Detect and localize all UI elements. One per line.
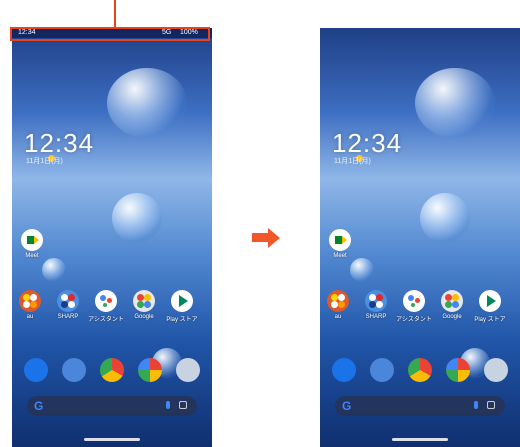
camera-icon[interactable] (484, 358, 508, 382)
app-folder-sharp[interactable]: SHARP (358, 290, 394, 320)
callout-line (114, 0, 116, 29)
sharp-folder-icon (365, 290, 387, 312)
app-assistant[interactable]: アシスタント (88, 290, 124, 323)
assistant-icon (95, 290, 117, 312)
app-assistant[interactable]: アシスタント (396, 290, 432, 323)
phone-screen-after: 12:34 11月1日(月) Meet au SHARP アシスタント Goog… (320, 28, 520, 447)
google-logo: G (342, 399, 352, 413)
water-bubble (350, 258, 374, 282)
app-folder-google[interactable]: Google (126, 290, 162, 320)
play-store-icon (171, 290, 193, 312)
meet-icon (21, 229, 43, 251)
gesture-nav-bar[interactable] (392, 438, 448, 441)
lens-icon[interactable] (487, 401, 495, 409)
app-play-store[interactable]: Play ストア (164, 290, 200, 323)
app-label: Meet (333, 253, 347, 259)
app-label: SHARP (365, 314, 387, 320)
app-label: au (26, 314, 34, 320)
app-meet[interactable]: Meet (14, 229, 50, 259)
app-label: Play ストア (166, 317, 198, 323)
play-store-icon (479, 290, 501, 312)
water-bubble (415, 68, 495, 138)
status-bar-highlight (10, 27, 210, 41)
app-folder-au[interactable]: au (12, 290, 48, 320)
app-folder-au[interactable]: au (320, 290, 356, 320)
app-play-store[interactable]: Play ストア (472, 290, 508, 323)
app-label: アシスタント (88, 317, 124, 323)
water-bubble (42, 258, 66, 282)
chrome-icon[interactable] (100, 358, 124, 382)
messages-icon[interactable] (370, 358, 394, 382)
lens-icon[interactable] (179, 401, 187, 409)
app-folder-google[interactable]: Google (434, 290, 470, 320)
app-label: Meet (25, 253, 39, 259)
lock-date: 11月1日(月) (26, 158, 63, 165)
app-label: Play ストア (474, 317, 506, 323)
sharp-folder-icon (57, 290, 79, 312)
water-bubble (112, 193, 162, 243)
photos-icon[interactable] (138, 358, 162, 382)
app-label: au (334, 314, 342, 320)
water-bubble (107, 68, 187, 138)
app-label: SHARP (57, 314, 79, 320)
au-folder-icon (327, 290, 349, 312)
mic-icon[interactable] (474, 401, 478, 409)
google-search-bar[interactable]: G (27, 396, 197, 416)
lock-clock: 12:34 (24, 128, 95, 158)
app-label: アシスタント (396, 317, 432, 323)
mic-icon[interactable] (166, 401, 170, 409)
app-label: Google (442, 314, 462, 320)
phone-screen-before: 12:34 5G 100% 12:34 11月1日(月) Meet au SHA… (12, 28, 212, 447)
chrome-icon[interactable] (408, 358, 432, 382)
google-folder-icon (133, 290, 155, 312)
app-label: Google (134, 314, 154, 320)
photos-icon[interactable] (446, 358, 470, 382)
assistant-icon (403, 290, 425, 312)
water-bubble (420, 193, 470, 243)
phone-icon[interactable] (24, 358, 48, 382)
lock-date: 11月1日(月) (334, 158, 371, 165)
lock-clock: 12:34 (332, 128, 403, 158)
google-logo: G (34, 399, 44, 413)
arrow-head (268, 228, 280, 248)
google-folder-icon (441, 290, 463, 312)
app-meet[interactable]: Meet (322, 229, 358, 259)
phone-icon[interactable] (332, 358, 356, 382)
app-folder-sharp[interactable]: SHARP (50, 290, 86, 320)
au-folder-icon (19, 290, 41, 312)
gesture-nav-bar[interactable] (84, 438, 140, 441)
messages-icon[interactable] (62, 358, 86, 382)
google-search-bar[interactable]: G (335, 396, 505, 416)
camera-icon[interactable] (176, 358, 200, 382)
meet-icon (329, 229, 351, 251)
